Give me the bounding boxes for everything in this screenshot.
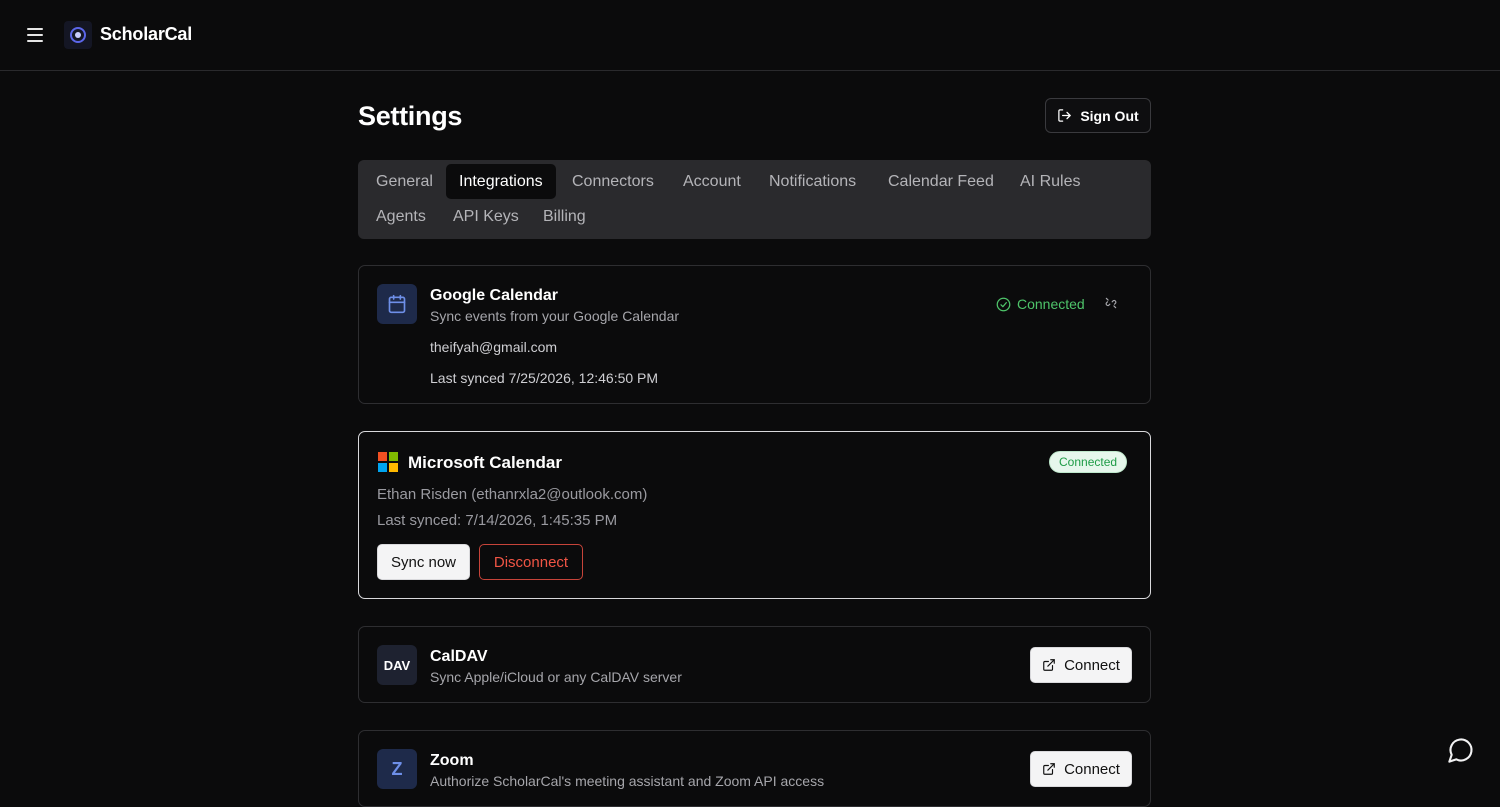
zoom-title: Zoom	[430, 752, 474, 769]
zoom-subtitle: Authorize ScholarCal's meeting assistant…	[430, 773, 825, 789]
zoom-card: Z Zoom Authorize ScholarCal's meeting as…	[358, 730, 1151, 807]
tab-billing[interactable]: Billing	[530, 199, 599, 234]
unlink-icon[interactable]	[1104, 296, 1120, 312]
zoom-tile: Z	[377, 749, 417, 789]
microsoft-last-synced: Last synced: 7/14/2026, 1:45:35 PM	[377, 512, 618, 529]
caldav-title: CalDAV	[430, 648, 488, 665]
microsoft-logo-icon	[378, 452, 398, 472]
page-title: Settings	[358, 101, 463, 131]
google-calendar-account: theifyah@gmail.com	[430, 339, 558, 355]
app-logo-icon	[64, 21, 92, 49]
sign-out-button[interactable]: Sign Out	[1045, 98, 1151, 133]
sign-out-label: Sign Out	[1080, 107, 1139, 124]
check-circle-icon	[996, 297, 1011, 311]
calendar-icon	[377, 284, 417, 324]
tab-api-keys[interactable]: API Keys	[440, 199, 532, 234]
zoom-connect-button[interactable]: Connect	[1030, 751, 1132, 787]
caldav-connect-label: Connect	[1064, 656, 1120, 674]
tab-connectors[interactable]: Connectors	[559, 164, 667, 199]
tab-general[interactable]: General	[363, 164, 446, 199]
hamburger-menu-icon[interactable]	[25, 26, 47, 44]
top-bar: ScholarCal	[0, 0, 1500, 71]
caldav-subtitle: Sync Apple/iCloud or any CalDAV server	[430, 669, 682, 685]
google-calendar-card: Google Calendar Sync events from your Go…	[358, 265, 1151, 404]
microsoft-calendar-title: Microsoft Calendar	[408, 453, 562, 472]
google-calendar-last-synced: Last synced 7/25/2026, 12:46:50 PM	[430, 370, 659, 386]
chat-bubble-icon[interactable]	[1447, 736, 1475, 764]
microsoft-calendar-card: Microsoft Calendar Connected Ethan Risde…	[358, 431, 1151, 599]
google-calendar-title: Google Calendar	[430, 287, 559, 304]
tab-account[interactable]: Account	[670, 164, 754, 199]
caldav-tile: DAV	[377, 645, 417, 685]
google-calendar-status-label: Connected	[1017, 296, 1085, 312]
caldav-card: DAV CalDAV Sync Apple/iCloud or any CalD…	[358, 626, 1151, 703]
google-calendar-subtitle: Sync events from your Google Calendar	[430, 308, 680, 324]
tab-agents[interactable]: Agents	[363, 199, 439, 234]
logout-icon	[1058, 109, 1072, 122]
external-link-icon	[1043, 659, 1055, 671]
tab-notifications[interactable]: Notifications	[756, 164, 869, 199]
disconnect-button[interactable]: Disconnect	[479, 544, 583, 580]
caldav-connect-button[interactable]: Connect	[1030, 647, 1132, 683]
settings-tabs: General Integrations Connectors Account …	[358, 160, 1151, 239]
tab-integrations[interactable]: Integrations	[446, 164, 556, 199]
microsoft-status-badge: Connected	[1049, 451, 1128, 473]
google-calendar-status: Connected	[996, 296, 1085, 312]
tab-calendar-feed[interactable]: Calendar Feed	[875, 164, 1007, 199]
microsoft-account: Ethan Risden (ethanrxla2@outlook.com)	[377, 486, 648, 503]
tab-ai-rules[interactable]: AI Rules	[1007, 164, 1093, 199]
app-brand[interactable]: ScholarCal	[100, 24, 192, 45]
external-link-icon	[1043, 763, 1055, 775]
zoom-connect-label: Connect	[1064, 760, 1120, 778]
sync-now-button[interactable]: Sync now	[377, 544, 470, 580]
